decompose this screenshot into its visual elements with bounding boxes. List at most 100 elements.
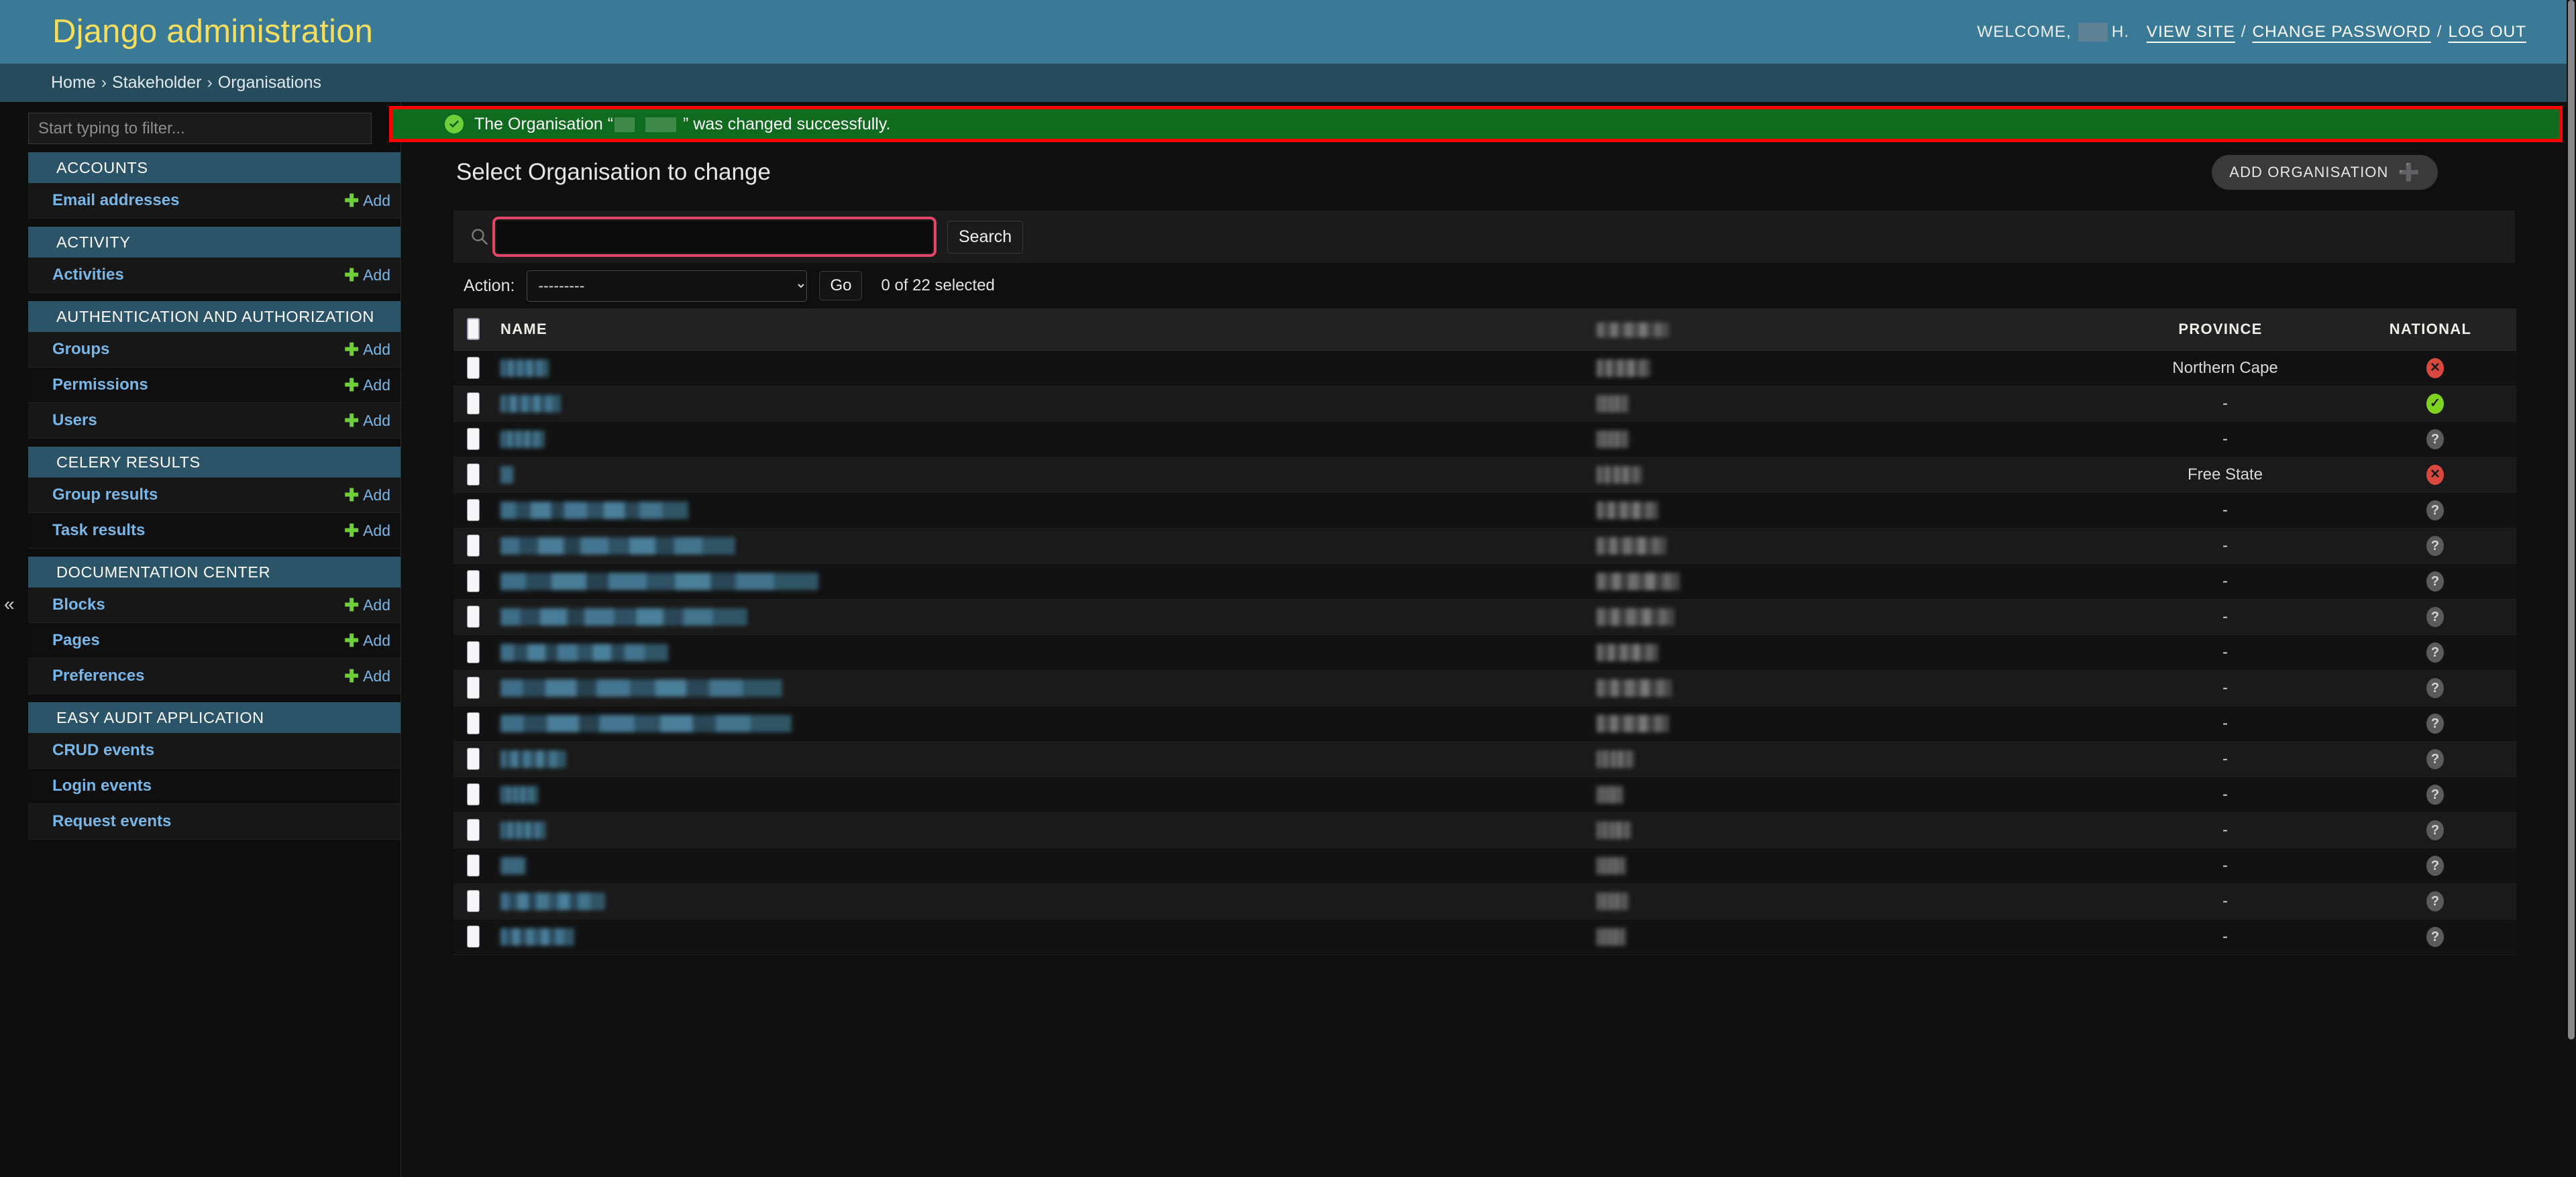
row-checkbox[interactable] [467, 819, 480, 841]
sidebar-item-activities[interactable]: Activities ✚ Add [28, 258, 400, 293]
row-checkbox[interactable] [467, 890, 480, 912]
row-select-cell[interactable] [453, 599, 491, 635]
column-header-name[interactable]: NAME [491, 309, 1597, 351]
sidebar-item-label[interactable]: Preferences [52, 667, 144, 685]
sidebar-item-preferences[interactable]: Preferences ✚ Add [28, 659, 400, 694]
row-checkbox[interactable] [467, 392, 480, 414]
cell-name[interactable] [491, 706, 1597, 742]
row-select-cell[interactable] [453, 706, 491, 742]
row-select-cell[interactable] [453, 883, 491, 919]
row-checkbox[interactable] [467, 641, 480, 663]
sidebar-item-blocks[interactable]: Blocks ✚ Add [28, 587, 400, 623]
action-go-button[interactable]: Go [819, 271, 863, 300]
sidebar-item-label[interactable]: Permissions [52, 376, 148, 394]
sidebar-add-link[interactable]: ✚ Add [344, 667, 390, 685]
breadcrumb-stakeholder[interactable]: Stakeholder [112, 73, 201, 93]
table-row[interactable]: -? [453, 634, 2516, 671]
log-out-link[interactable]: LOG OUT [2448, 23, 2526, 42]
table-row[interactable]: -? [453, 706, 2516, 742]
sidebar-add-link[interactable]: ✚ Add [344, 596, 390, 614]
search-input[interactable] [492, 217, 936, 257]
sidebar-add-link[interactable]: ✚ Add [344, 412, 390, 430]
sidebar-add-link[interactable]: ✚ Add [344, 486, 390, 504]
row-select-cell[interactable] [453, 741, 491, 777]
view-site-link[interactable]: VIEW SITE [2147, 23, 2235, 42]
sidebar-add-link[interactable]: ✚ Add [344, 266, 390, 284]
row-checkbox[interactable] [467, 570, 480, 592]
sidebar-item-label[interactable]: Groups [52, 340, 109, 359]
row-checkbox[interactable] [467, 535, 480, 557]
table-row[interactable]: -? [453, 421, 2516, 457]
cell-name[interactable] [491, 599, 1597, 635]
row-select-cell[interactable] [453, 350, 491, 386]
sidebar-filter-input[interactable] [28, 113, 372, 144]
cell-name[interactable] [491, 492, 1597, 528]
table-row[interactable]: -? [453, 812, 2516, 848]
row-checkbox[interactable] [467, 783, 480, 805]
sidebar-item-login-events[interactable]: Login events [28, 769, 400, 804]
cell-name[interactable] [491, 883, 1597, 919]
row-select-cell[interactable] [453, 634, 491, 671]
search-submit-button[interactable]: Search [947, 220, 1024, 254]
cell-name[interactable] [491, 919, 1597, 955]
cell-name[interactable] [491, 563, 1597, 600]
sidebar-add-link[interactable]: ✚ Add [344, 341, 390, 359]
row-select-cell[interactable] [453, 670, 491, 706]
sidebar-add-link[interactable]: ✚ Add [344, 632, 390, 650]
row-select-cell[interactable] [453, 421, 491, 457]
sidebar-item-group-results[interactable]: Group results ✚ Add [28, 478, 400, 513]
change-password-link[interactable]: CHANGE PASSWORD [2252, 23, 2430, 42]
select-all-checkbox[interactable] [467, 318, 480, 341]
sidebar-add-link[interactable]: ✚ Add [344, 376, 390, 394]
sidebar-item-task-results[interactable]: Task results ✚ Add [28, 513, 400, 549]
cell-name[interactable] [491, 848, 1597, 884]
table-row[interactable]: -? [453, 563, 2516, 600]
sidebar-item-label[interactable]: Login events [52, 777, 152, 795]
table-row[interactable]: Northern Cape ✕ [453, 350, 2516, 386]
sidebar-item-crud-events[interactable]: CRUD events [28, 733, 400, 769]
row-checkbox[interactable] [467, 748, 480, 770]
action-select[interactable]: --------- [527, 270, 808, 302]
cell-name[interactable] [491, 350, 1597, 386]
cell-name[interactable] [491, 634, 1597, 671]
column-header-province[interactable]: PROVINCE [2096, 309, 2345, 351]
add-organisation-button[interactable]: ADD ORGANISATION ➕ [2212, 155, 2438, 190]
cell-name[interactable] [491, 670, 1597, 706]
sidebar-item-request-events[interactable]: Request events [28, 804, 400, 840]
row-select-cell[interactable] [453, 777, 491, 813]
row-select-cell[interactable] [453, 457, 491, 493]
row-checkbox[interactable] [467, 499, 480, 521]
sidebar-item-label[interactable]: Request events [52, 812, 171, 831]
table-row[interactable]: -? [453, 741, 2516, 777]
sidebar-item-label[interactable]: Group results [52, 486, 158, 504]
table-row[interactable]: -? [453, 883, 2516, 919]
cell-name[interactable] [491, 421, 1597, 457]
table-row[interactable]: -? [453, 777, 2516, 813]
sidebar-item-permissions[interactable]: Permissions ✚ Add [28, 368, 400, 403]
row-checkbox[interactable] [467, 926, 480, 948]
cell-name[interactable] [491, 812, 1597, 848]
row-checkbox[interactable] [467, 428, 480, 450]
sidebar-item-label[interactable]: Task results [52, 521, 145, 540]
sidebar-item-label[interactable]: Email addresses [52, 191, 179, 210]
row-select-cell[interactable] [453, 563, 491, 600]
page-scrollbar[interactable] [2567, 0, 2576, 1177]
row-select-cell[interactable] [453, 386, 491, 422]
row-checkbox[interactable] [467, 712, 480, 734]
table-row[interactable]: -? [453, 848, 2516, 884]
column-header-redacted[interactable] [1597, 309, 2096, 351]
sidebar-add-link[interactable]: ✚ Add [344, 522, 390, 540]
sidebar-item-label[interactable]: Pages [52, 631, 100, 650]
column-header-national[interactable]: NATIONAL [2345, 309, 2516, 351]
row-select-cell[interactable] [453, 528, 491, 564]
table-row[interactable]: -? [453, 492, 2516, 528]
table-row[interactable]: - ✓ [453, 386, 2516, 422]
row-checkbox[interactable] [467, 677, 480, 699]
row-checkbox[interactable] [467, 463, 480, 486]
cell-name[interactable] [491, 777, 1597, 813]
table-row[interactable]: -? [453, 528, 2516, 564]
row-select-cell[interactable] [453, 492, 491, 528]
row-select-cell[interactable] [453, 848, 491, 884]
table-row[interactable]: -? [453, 919, 2516, 955]
row-select-cell[interactable] [453, 812, 491, 848]
